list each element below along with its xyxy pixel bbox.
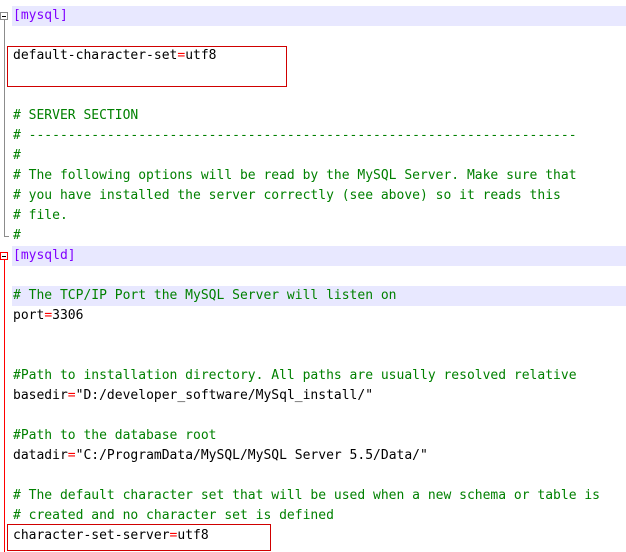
config-value: "C:/ProgramData/MySQL/MySQL Server 5.5/D… (75, 448, 428, 463)
config-key: port (13, 308, 45, 323)
code-line[interactable]: # file. (12, 206, 626, 226)
config-key: datadir (13, 448, 68, 463)
code-line[interactable]: [mysql] (12, 6, 626, 26)
highlight-box (7, 524, 271, 551)
fold-toggle-icon[interactable] (0, 252, 8, 260)
comment-text: # (13, 148, 21, 163)
code-line[interactable]: #Path to the database root (12, 426, 626, 446)
fold-end-marker (4, 236, 9, 237)
comment-text: # --------------------------------------… (13, 128, 577, 143)
code-editor[interactable]: [mysql] default-character-set=utf8 # SERVE… (12, 6, 626, 546)
config-key: basedir (13, 388, 68, 403)
comment-text: # file. (13, 208, 68, 223)
comment-text: #Path to the database root (13, 428, 217, 443)
code-line[interactable]: # The TCP/IP Port the MySQL Server will … (12, 286, 626, 306)
config-value: 3306 (52, 308, 84, 323)
comment-text: # SERVER SECTION (13, 108, 139, 123)
fold-line (4, 260, 5, 552)
code-line[interactable] (12, 266, 626, 286)
code-line[interactable]: # --------------------------------------… (12, 126, 626, 146)
code-line[interactable] (12, 346, 626, 366)
fold-line (4, 20, 5, 236)
fold-toggle-icon[interactable] (0, 12, 8, 20)
code-line[interactable]: datadir="C:/ProgramData/MySQL/MySQL Serv… (12, 446, 626, 466)
comment-text: # (13, 228, 21, 243)
comment-text: # The following options will be read by … (13, 168, 577, 183)
comment-text: # The default character set that will be… (13, 488, 600, 503)
code-line[interactable] (12, 86, 626, 106)
code-line[interactable] (12, 406, 626, 426)
section-header: [mysqld] (13, 248, 76, 263)
highlight-box (7, 46, 287, 87)
config-value: "D:/developer_software/MySql_install/" (75, 388, 374, 403)
code-line[interactable]: # created and no character set is define… (12, 506, 626, 526)
code-line[interactable]: [mysqld] (12, 246, 626, 266)
comment-text: # you have installed the server correctl… (13, 188, 561, 203)
code-line[interactable]: # you have installed the server correctl… (12, 186, 626, 206)
comment-text: #Path to installation directory. All pat… (13, 368, 577, 383)
code-line[interactable]: # SERVER SECTION (12, 106, 626, 126)
code-line[interactable]: # (12, 146, 626, 166)
assign-operator: = (44, 308, 53, 323)
code-line[interactable]: port=3306 (12, 306, 626, 326)
code-line[interactable]: # (12, 226, 626, 246)
code-line[interactable] (12, 326, 626, 346)
assign-operator: = (67, 388, 76, 403)
code-line[interactable]: # The default character set that will be… (12, 486, 626, 506)
comment-text: # created and no character set is define… (13, 508, 334, 523)
code-line[interactable]: basedir="D:/developer_software/MySql_ins… (12, 386, 626, 406)
code-line[interactable]: # The following options will be read by … (12, 166, 626, 186)
comment-text: # The TCP/IP Port the MySQL Server will … (13, 288, 397, 303)
code-line[interactable]: #Path to installation directory. All pat… (12, 366, 626, 386)
code-line[interactable] (12, 466, 626, 486)
section-header: [mysql] (13, 8, 68, 23)
assign-operator: = (67, 448, 76, 463)
code-line[interactable] (12, 26, 626, 46)
